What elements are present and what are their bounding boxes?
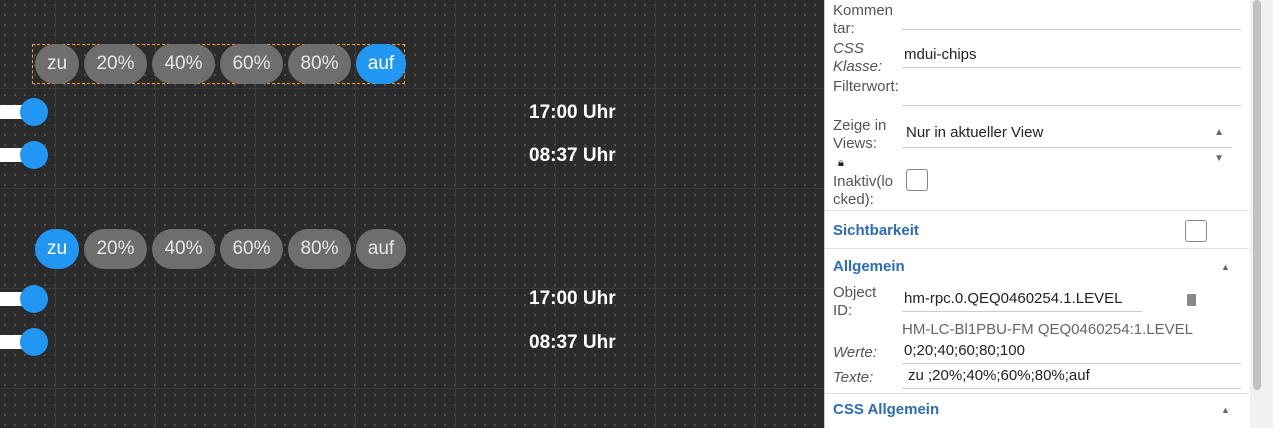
chip-80[interactable]: 80% [288,229,351,269]
css-allgemein-title[interactable]: CSS Allgemein [833,401,939,418]
chip-60[interactable]: 60% [220,229,283,269]
object-browser-icon[interactable] [1187,294,1196,306]
zeige-in-views-label: Zeige in Views: [833,117,887,152]
zeige-in-views-value: Nur in aktueller View [906,124,1044,141]
collapse-icon[interactable]: ▲ [1221,262,1230,272]
zeige-in-views-select[interactable]: Nur in aktueller View ▲ ▼ [902,120,1232,164]
sichtbarkeit-checkbox[interactable] [1185,220,1207,242]
chip-80[interactable]: 80% [288,44,351,84]
kommentar-label: Kommen tar: [833,2,894,37]
object-id-label: Object ID: [833,284,877,319]
chip-40[interactable]: 40% [152,229,215,269]
chip-20[interactable]: 20% [84,229,147,269]
chip-zu[interactable]: zu [35,229,79,269]
chip-auf[interactable]: auf [356,44,406,84]
time-label: 08:37 Uhr [529,145,616,166]
object-id-hint: HM-LC-Bl1PBU-FM QEQ0460254:1.LEVEL [902,321,1193,338]
time-label: 17:00 Uhr [529,102,616,123]
editor-canvas[interactable]: zu 20% 40% 60% 80% auf 17:00 Uhr 08:37 U… [0,0,824,428]
chip-20[interactable]: 20% [84,44,147,84]
object-id-input[interactable]: hm-rpc.0.QEQ0460254.1.LEVEL [902,288,1142,312]
divider [825,248,1249,249]
sichtbarkeit-title[interactable]: Sichtbarkeit [833,222,919,239]
properties-panel: Kommen tar: CSS Klasse: mdui-chips Filte… [824,0,1273,428]
css-klasse-input[interactable]: mdui-chips [902,44,1241,68]
chip-60[interactable]: 60% [220,44,283,84]
werte-label: Werte: [833,344,877,361]
chip-zu[interactable]: zu [35,44,79,84]
css-klasse-label: CSS Klasse: [833,40,883,75]
time-label: 08:37 Uhr [529,332,616,353]
filterwort-label: Filterwort: [833,78,899,95]
lock-icon: 🔒︎ [838,157,844,169]
scrollbar-thumb[interactable] [1253,0,1261,390]
divider [825,210,1249,211]
inaktiv-label: Inaktiv(locked): [833,173,894,208]
time-label: 17:00 Uhr [529,288,616,309]
slider-knob[interactable] [20,328,48,356]
chip-40[interactable]: 40% [152,44,215,84]
divider [825,393,1249,394]
slider-knob[interactable] [20,141,48,169]
collapse-icon[interactable]: ▲ [1221,405,1230,415]
werte-input[interactable]: 0;20;40;60;80;100 [902,340,1241,364]
allgemein-title[interactable]: Allgemein [833,258,905,275]
inaktiv-checkbox[interactable] [906,169,928,191]
texte-input[interactable]: zu ;20%;40%;60%;80%;auf [902,365,1241,389]
kommentar-input[interactable] [902,6,1241,30]
filterwort-input[interactable] [902,82,1241,106]
chip-auf[interactable]: auf [356,229,406,269]
slider-knob[interactable] [20,285,48,313]
slider-knob[interactable] [20,98,48,126]
select-arrows-icon: ▲ ▼ [1214,127,1224,164]
texte-label: Texte: [833,369,874,386]
